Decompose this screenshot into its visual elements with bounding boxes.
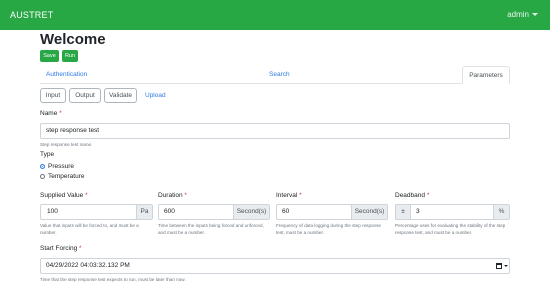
save-button[interactable]: Save — [40, 50, 59, 62]
supplied-value-label-text: Supplied Value — [40, 192, 84, 199]
deadband-label: Deadband * — [395, 192, 429, 199]
subtab-input[interactable]: Input — [40, 88, 66, 103]
tab-authentication[interactable]: Authentication — [46, 66, 87, 84]
required-marker: * — [184, 192, 187, 199]
interval-label-text: Interval — [276, 192, 298, 199]
interval-label: Interval * — [276, 192, 302, 199]
subtab-output[interactable]: Output — [69, 88, 101, 103]
required-marker: * — [59, 110, 62, 117]
top-navbar: AUSTRET admin — [0, 0, 550, 30]
deadband-unit: % — [493, 204, 510, 220]
name-label: Name * — [40, 110, 62, 117]
temperature-label: Temperature — [48, 173, 85, 180]
deadband-prefix: ± — [395, 204, 411, 220]
subtab-validate[interactable]: Validate — [104, 88, 137, 103]
interval-unit: Second(s) — [351, 204, 388, 220]
deadband-help: Percentage uses for evaluating the stabi… — [395, 223, 506, 235]
required-marker: * — [299, 192, 302, 199]
duration-help: Time between the inputs being forced and… — [158, 223, 264, 235]
upload-link[interactable]: Upload — [145, 88, 166, 103]
required-marker: * — [426, 192, 430, 199]
tab-parameters[interactable]: Parameters — [462, 66, 510, 84]
start-forcing-help: Time that the step response test expects… — [40, 277, 186, 282]
start-forcing-datetime-input[interactable]: 04/29/2022 04:03:32.132 PM — [40, 258, 510, 274]
name-help: Step response test name. — [40, 142, 93, 147]
run-button[interactable]: Run — [62, 50, 78, 62]
calendar-icon[interactable] — [496, 263, 502, 269]
supplied-value-label: Supplied Value * — [40, 192, 88, 199]
required-marker: * — [85, 192, 88, 199]
name-label-text: Name — [40, 110, 58, 117]
start-forcing-label-text: Start Forcing — [40, 245, 78, 252]
chevron-down-icon[interactable] — [504, 265, 508, 267]
supplied-value-input[interactable]: 100 — [40, 204, 137, 220]
required-marker: * — [79, 245, 82, 252]
interval-input[interactable]: 60 — [276, 204, 352, 220]
duration-input[interactable]: 600 — [158, 204, 234, 220]
temperature-radio[interactable] — [40, 174, 45, 179]
tab-search[interactable]: Search — [269, 66, 290, 84]
deadband-label-text: Deadband — [395, 192, 425, 199]
supplied-value-help: Value that inputs will be forced to, and… — [40, 223, 139, 235]
interval-help: Frequency of data logging during the ste… — [276, 223, 381, 235]
deadband-input[interactable]: 3 — [410, 204, 494, 220]
page-title: Welcome — [40, 31, 106, 48]
main-tabs: Authentication Search Parameters — [40, 66, 510, 84]
duration-label: Duration * — [158, 192, 187, 199]
name-input[interactable]: step response test — [40, 123, 510, 139]
user-name: admin — [507, 10, 529, 19]
brand-logo-text[interactable]: AUSTRET — [10, 10, 53, 20]
start-forcing-label: Start Forcing * — [40, 245, 82, 252]
pressure-label: Pressure — [48, 163, 75, 170]
duration-unit: Second(s) — [233, 204, 270, 220]
duration-label-text: Duration — [158, 192, 183, 199]
chevron-down-icon — [532, 13, 538, 16]
pressure-radio[interactable] — [40, 164, 45, 169]
type-label: Type — [40, 151, 55, 158]
user-menu[interactable]: admin — [507, 10, 538, 19]
supplied-value-unit: Pa — [136, 204, 153, 220]
